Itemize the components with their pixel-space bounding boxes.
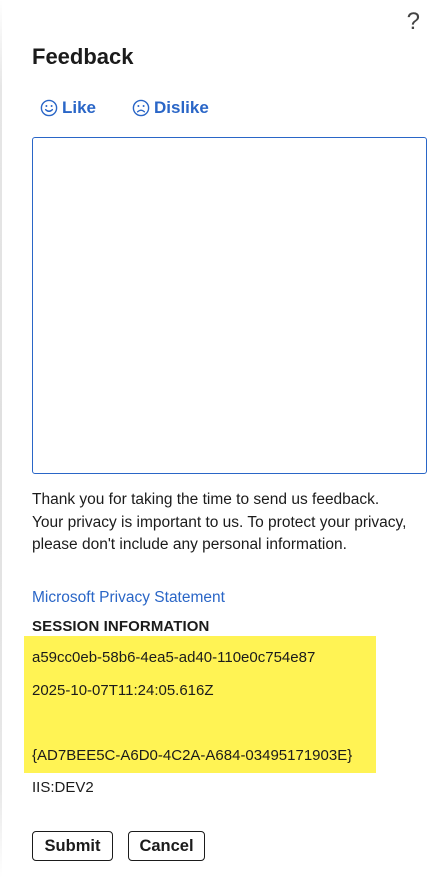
- panel-left-edge: [0, 0, 2, 878]
- smile-icon: [40, 99, 58, 117]
- session-guid: {AD7BEE5C-A6D0-4C2A-A684-03495171903E}: [32, 747, 353, 764]
- frown-icon: [132, 99, 150, 117]
- dislike-label: Dislike: [154, 98, 209, 117]
- dislike-button[interactable]: Dislike: [132, 98, 209, 118]
- cancel-button[interactable]: Cancel: [128, 831, 205, 861]
- privacy-notice: Thank you for taking the time to send us…: [32, 491, 407, 553]
- server-info: IIS:DEV2: [32, 779, 94, 796]
- session-id: a59cc0eb-58b6-4ea5-ad40-110e0c754e87: [32, 649, 316, 666]
- like-button[interactable]: Like: [40, 98, 96, 118]
- dialog-title: Feedback: [32, 44, 134, 69]
- submit-button[interactable]: Submit: [32, 831, 113, 861]
- help-icon[interactable]: ?: [407, 8, 420, 36]
- session-info-heading: SESSION INFORMATION: [32, 618, 210, 635]
- session-timestamp: 2025-10-07T11:24:05.616Z: [32, 682, 214, 699]
- feedback-textarea[interactable]: [32, 137, 427, 474]
- privacy-statement-link[interactable]: Microsoft Privacy Statement: [32, 589, 225, 607]
- like-label: Like: [62, 98, 97, 117]
